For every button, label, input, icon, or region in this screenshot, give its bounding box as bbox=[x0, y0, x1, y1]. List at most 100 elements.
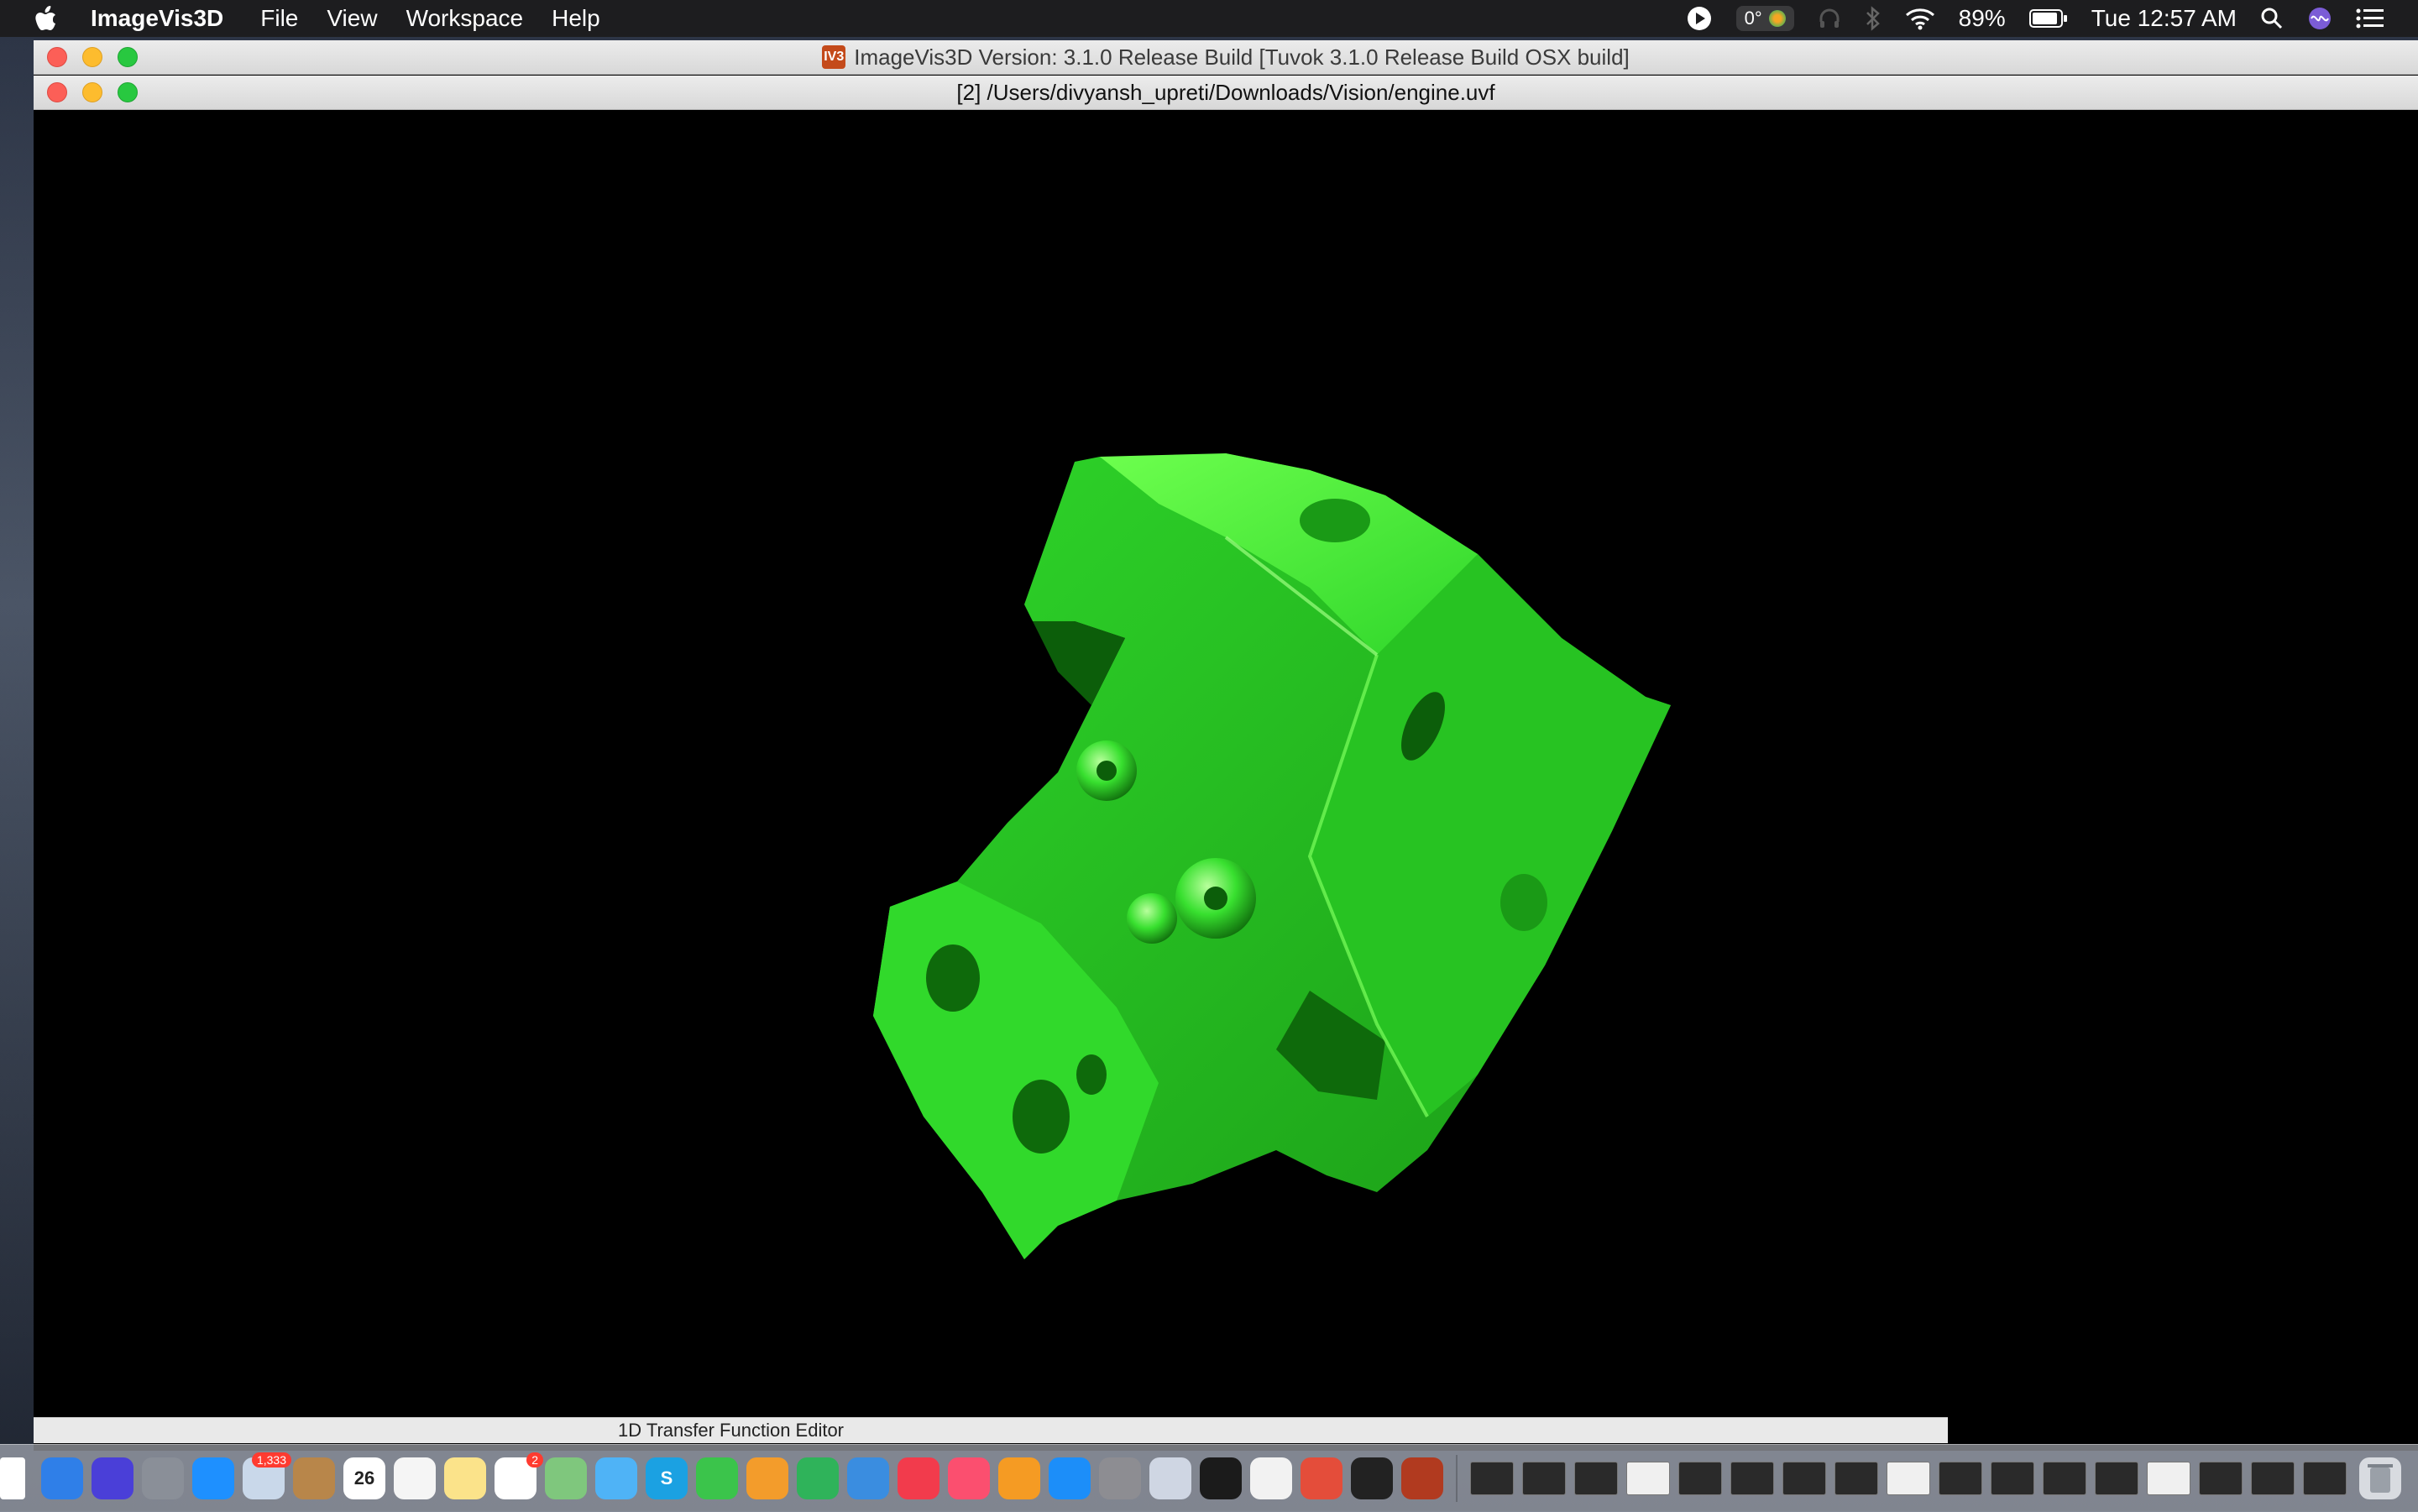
notes-icon[interactable] bbox=[444, 1457, 486, 1499]
app-store-icon[interactable] bbox=[1049, 1457, 1091, 1499]
dock-separator bbox=[1456, 1455, 1458, 1502]
clock[interactable]: Tue 12:57 AM bbox=[2091, 5, 2237, 32]
minimized-window-thumbnail[interactable] bbox=[2251, 1462, 2295, 1495]
menu-help[interactable]: Help bbox=[552, 5, 600, 32]
minimized-window-thumbnail[interactable] bbox=[1991, 1462, 2034, 1495]
menu-file[interactable]: File bbox=[260, 5, 298, 32]
minimized-window-thumbnail[interactable] bbox=[1522, 1462, 1566, 1495]
minimized-window-thumbnail[interactable] bbox=[1626, 1462, 1670, 1495]
system-preferences-icon[interactable] bbox=[1099, 1457, 1141, 1499]
finder-icon[interactable] bbox=[41, 1457, 83, 1499]
safari-icon[interactable] bbox=[192, 1457, 234, 1499]
minimized-window-thumbnail[interactable] bbox=[2199, 1462, 2243, 1495]
search-icon[interactable] bbox=[2260, 0, 2284, 37]
status-area: 0° 89% Tue 12:57 AM bbox=[1674, 0, 2418, 37]
engine-port bbox=[1300, 499, 1370, 542]
mail-badge: 1,333 bbox=[251, 1452, 291, 1468]
engine-boss-hole bbox=[1096, 761, 1117, 781]
render-close-button[interactable] bbox=[47, 82, 67, 102]
minimized-window-thumbnail[interactable] bbox=[1678, 1462, 1722, 1495]
minimized-window-thumbnail[interactable] bbox=[1470, 1462, 1514, 1495]
battery-icon[interactable] bbox=[2028, 0, 2068, 37]
messages-icon[interactable] bbox=[595, 1457, 637, 1499]
maps-icon[interactable] bbox=[545, 1457, 587, 1499]
wifi-icon[interactable] bbox=[1905, 0, 1935, 37]
contacts-icon[interactable] bbox=[293, 1457, 335, 1499]
minimize-button[interactable] bbox=[82, 47, 102, 67]
imagevis3d-logo-icon: IV3 bbox=[822, 45, 846, 69]
dock-edge-item[interactable] bbox=[0, 1457, 25, 1499]
calendar-icon-text: 26 bbox=[353, 1468, 375, 1488]
menu-workspace[interactable]: Workspace bbox=[406, 5, 524, 32]
minimized-window-thumbnail[interactable] bbox=[1834, 1462, 1878, 1495]
engine-volume-render[interactable] bbox=[34, 112, 2418, 1451]
minimized-window-thumbnail[interactable] bbox=[2147, 1462, 2190, 1495]
numbers-icon[interactable] bbox=[797, 1457, 839, 1499]
textedit-icon[interactable] bbox=[1250, 1457, 1292, 1499]
main-window-controls bbox=[47, 47, 153, 67]
minimized-window-thumbnail[interactable] bbox=[2043, 1462, 2086, 1495]
minimized-window-thumbnail[interactable] bbox=[1574, 1462, 1618, 1495]
main-titlebar[interactable]: IV3 ImageVis3D Version: 3.1.0 Release Bu… bbox=[34, 40, 2418, 75]
render-titlebar[interactable]: [2] /Users/divyansh_upreti/Downloads/Vis… bbox=[34, 76, 2418, 110]
facetime-icon[interactable] bbox=[696, 1457, 738, 1499]
battery-percent: 89% bbox=[1958, 5, 2006, 31]
notification-center-icon[interactable] bbox=[2356, 0, 2384, 37]
menu-bar: ImageVis3D File View Workspace Help 0° 8… bbox=[0, 0, 2418, 37]
pages-icon[interactable] bbox=[746, 1457, 788, 1499]
transfer-function-label: 1D Transfer Function Editor bbox=[618, 1420, 845, 1441]
zoom-button[interactable] bbox=[118, 47, 138, 67]
engine-port bbox=[1013, 1080, 1070, 1154]
render-window-title: [2] /Users/divyansh_upreti/Downloads/Vis… bbox=[956, 79, 1495, 105]
temperature-value: 0° bbox=[1744, 8, 1762, 29]
minimized-window-thumbnail[interactable] bbox=[1887, 1462, 1930, 1495]
imagevis3d-window: IV3 ImageVis3D Version: 3.1.0 Release Bu… bbox=[34, 40, 2418, 1451]
mail-icon[interactable]: 1,333 bbox=[243, 1452, 291, 1499]
render-minimize-button[interactable] bbox=[82, 82, 102, 102]
trash-icon[interactable] bbox=[2359, 1457, 2401, 1499]
chrome-icon[interactable] bbox=[1301, 1457, 1342, 1499]
photos-icon[interactable] bbox=[394, 1457, 436, 1499]
siri-icon[interactable] bbox=[92, 1457, 133, 1499]
close-button[interactable] bbox=[47, 47, 67, 67]
siri-icon[interactable] bbox=[2307, 0, 2332, 37]
instruments-icon[interactable] bbox=[1401, 1457, 1443, 1499]
launchpad-icon[interactable] bbox=[142, 1457, 184, 1499]
minimized-window-thumbnail[interactable] bbox=[2095, 1462, 2138, 1495]
engine-port bbox=[1500, 874, 1547, 931]
reminders-badge: 2 bbox=[526, 1452, 543, 1468]
apple-logo-icon[interactable] bbox=[35, 6, 57, 31]
menu-view[interactable]: View bbox=[327, 5, 377, 32]
render-zoom-button[interactable] bbox=[118, 82, 138, 102]
minimized-window-thumbnail[interactable] bbox=[1939, 1462, 1982, 1495]
transfer-function-bar[interactable]: 1D Transfer Function Editor bbox=[34, 1417, 1948, 1443]
menu-app-name[interactable]: ImageVis3D bbox=[91, 5, 223, 32]
engine-boss-hole bbox=[1204, 887, 1227, 910]
engine-boss bbox=[1127, 893, 1177, 944]
imagevis3d-icon[interactable] bbox=[1149, 1457, 1191, 1499]
temperature-widget[interactable]: 0° bbox=[1735, 0, 1794, 37]
render-window-controls bbox=[47, 82, 153, 102]
dock-minimized-windows bbox=[1466, 1462, 2351, 1495]
news-icon[interactable] bbox=[898, 1457, 939, 1499]
main-window-title: ImageVis3D Version: 3.1.0 Release Build … bbox=[854, 44, 1630, 70]
skype-icon[interactable]: S bbox=[646, 1457, 688, 1499]
reminders-icon[interactable]: 2 bbox=[495, 1452, 543, 1499]
bluetooth-icon[interactable] bbox=[1865, 0, 1882, 37]
calendar-icon[interactable]: 26 bbox=[343, 1457, 385, 1499]
music-icon[interactable] bbox=[948, 1457, 990, 1499]
dock: 1,333 26 2 S bbox=[0, 1444, 2418, 1512]
minimized-window-thumbnail[interactable] bbox=[1730, 1462, 1774, 1495]
minimized-window-thumbnail[interactable] bbox=[1782, 1462, 1826, 1495]
terminal-icon[interactable] bbox=[1200, 1457, 1242, 1499]
engine-port bbox=[1076, 1054, 1107, 1095]
play-icon[interactable] bbox=[1686, 0, 1713, 37]
unity-icon[interactable] bbox=[1351, 1457, 1393, 1499]
engine-port bbox=[926, 944, 980, 1012]
keynote-icon[interactable] bbox=[847, 1457, 889, 1499]
render-viewport[interactable] bbox=[34, 112, 2418, 1451]
headphones-icon[interactable] bbox=[1818, 0, 1841, 37]
dock-apps: 1,333 26 2 S bbox=[37, 1452, 1447, 1499]
minimized-window-thumbnail[interactable] bbox=[2303, 1462, 2347, 1495]
books-icon[interactable] bbox=[998, 1457, 1040, 1499]
